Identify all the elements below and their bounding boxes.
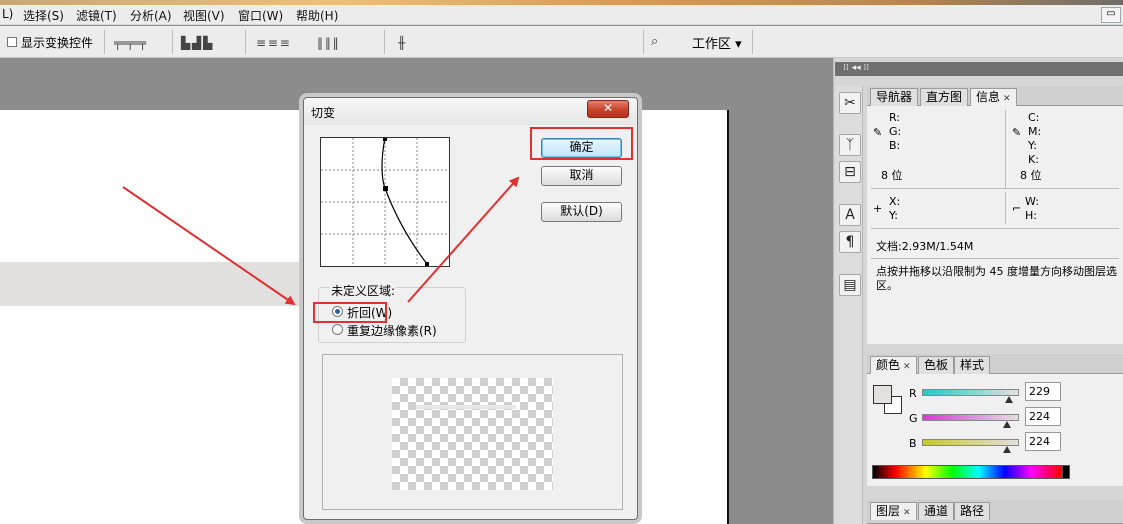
annotation-arrows bbox=[122, 176, 520, 306]
arrow-to-wrap-option bbox=[122, 186, 296, 306]
arrow-to-ok-button bbox=[407, 176, 520, 303]
